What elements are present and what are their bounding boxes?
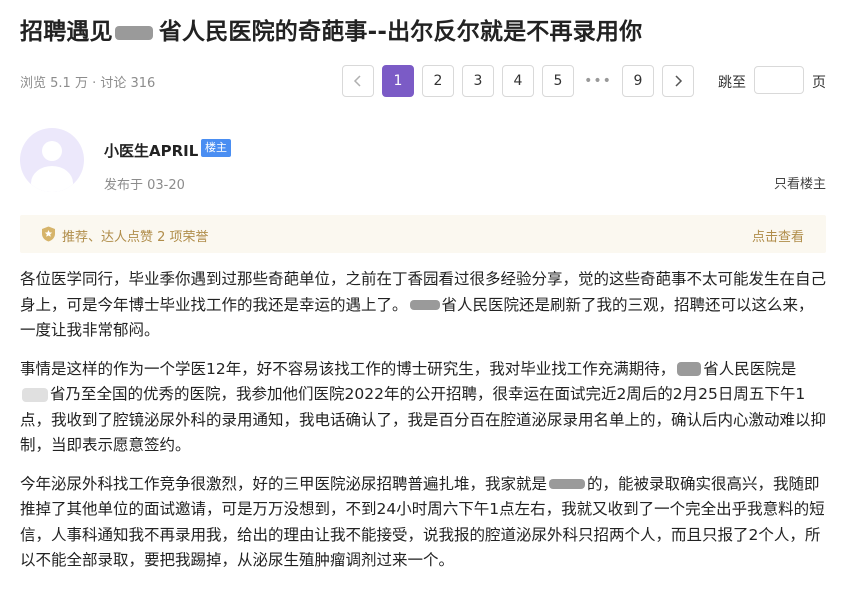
honor-bar: 推荐、达人点赞 2 项荣誉 点击查看 xyxy=(20,215,826,253)
comment-count: 讨论 316 xyxy=(100,76,156,91)
page-button-2[interactable]: 2 xyxy=(422,65,454,97)
page-button-4[interactable]: 4 xyxy=(502,65,534,97)
avatar-body-shape xyxy=(31,166,73,192)
medal-icon xyxy=(42,226,55,242)
honor-text: 推荐、达人点赞 2 项荣誉 xyxy=(62,230,209,245)
redacted-name xyxy=(549,479,586,489)
redacted-name xyxy=(114,25,153,40)
next-page-button[interactable] xyxy=(662,65,694,97)
redacted-name xyxy=(22,387,48,402)
jump-page-input[interactable] xyxy=(754,66,804,94)
page-button-9[interactable]: 9 xyxy=(622,65,654,97)
page-button-1[interactable]: 1 xyxy=(382,65,414,97)
redacted-name xyxy=(409,300,440,310)
jump-label: 跳至 xyxy=(718,75,746,91)
pagination: 1 2 3 4 5 ••• 9 xyxy=(342,65,702,97)
page-button-5[interactable]: 5 xyxy=(542,65,574,97)
prev-page-button[interactable] xyxy=(342,65,374,97)
chevron-right-icon xyxy=(675,75,683,87)
author-name[interactable]: 小医生APRIL xyxy=(104,140,198,161)
post-body: 各位医学同行，毕业季你遇到过那些奇葩单位，之前在丁香园看过很多经验分享，觉的这些… xyxy=(20,267,826,587)
post-meta: 浏览 5.1 万 · 讨论 316 xyxy=(20,76,156,91)
page-ellipsis: ••• xyxy=(584,73,612,89)
paragraph: 各位医学同行，毕业季你遇到过那些奇葩单位，之前在丁香园看过很多经验分享，觉的这些… xyxy=(20,270,827,339)
avatar-head-shape xyxy=(42,141,62,161)
only-op-link[interactable]: 只看楼主 xyxy=(774,173,826,192)
avatar[interactable] xyxy=(20,128,84,192)
post-date: 发布于 03-20 xyxy=(104,178,185,193)
paragraph: 事情是这样的作为一个学医12年，好不容易该找工作的博士研究生，我对毕业找工作充满… xyxy=(20,359,827,455)
post-title: 招聘遇见 省人民医院的奇葩事--出尔反尔就是不再录用你 xyxy=(20,19,643,45)
paragraph: 今年泌尿外科找工作竞争很激烈，好的三甲医院泌尿招聘普遍扎堆，我家就是 的，能被录取… xyxy=(20,474,825,570)
chevron-left-icon xyxy=(353,75,361,87)
view-honors-link[interactable]: 点击查看 xyxy=(752,226,804,245)
jump-unit: 页 xyxy=(812,75,826,91)
redacted-name xyxy=(677,362,702,376)
page-button-3[interactable]: 3 xyxy=(462,65,494,97)
view-count: 浏览 5.1 万 xyxy=(20,76,88,91)
op-badge: 楼主 xyxy=(201,139,231,157)
